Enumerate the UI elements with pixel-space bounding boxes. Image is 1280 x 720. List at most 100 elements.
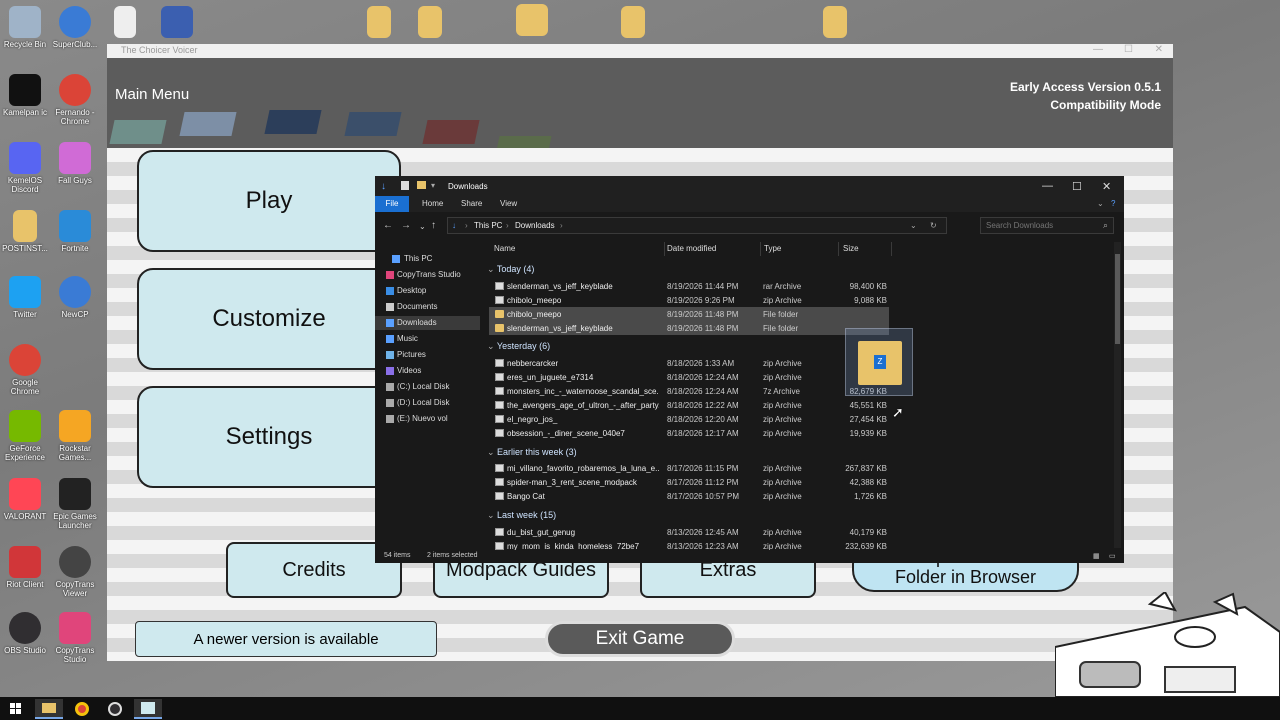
- desktop-icon-fortnite[interactable]: Fortnite: [50, 210, 100, 253]
- up-arrow-icon[interactable]: ↑: [431, 220, 436, 231]
- table-row[interactable]: obsession_-_diner_scene_040e7 8/18/2026 1…: [489, 426, 889, 440]
- desktop-folder-1[interactable]: [354, 6, 404, 38]
- table-row[interactable]: the_avengers_age_of_ultron_-_after_party…: [489, 398, 889, 412]
- maximize-icon[interactable]: ☐: [1072, 180, 1082, 193]
- settings-button[interactable]: Settings: [137, 386, 401, 488]
- desktop-folder-3[interactable]: [608, 6, 658, 38]
- table-row[interactable]: nebbercarcker 8/18/2026 1:33 AM zip Archiv…: [489, 356, 889, 370]
- nav-item-c-drive[interactable]: (C:) Local Disk: [375, 380, 480, 394]
- taskbar-file-explorer[interactable]: [35, 699, 63, 719]
- nav-item-e-drive[interactable]: (E:) Nuevo vol: [375, 412, 480, 426]
- table-row[interactable]: my_mom_is_kinda_homeless_72be7 8/13/2026 …: [489, 539, 889, 550]
- play-button[interactable]: Play: [137, 150, 401, 252]
- desktop-icon-epic[interactable]: Epic Games Launcher: [50, 478, 100, 530]
- minimize-icon[interactable]: —: [1042, 180, 1053, 192]
- column-type[interactable]: Type: [764, 244, 781, 253]
- table-row[interactable]: el_negro_jos_ 8/18/2026 12:20 AM zip Archi…: [489, 412, 889, 426]
- column-name[interactable]: Name: [494, 244, 515, 253]
- table-row[interactable]: monsters_inc_-_waternoose_scandal_sce...…: [489, 384, 889, 398]
- group-header-today[interactable]: Today (4): [487, 264, 535, 275]
- column-separator[interactable]: [664, 242, 665, 256]
- table-row[interactable]: eres_un_juguete_e7314 8/18/2026 12:24 AM z…: [489, 370, 889, 384]
- scrollbar[interactable]: [1114, 242, 1121, 548]
- nav-item-this-pc[interactable]: This PC: [375, 252, 480, 266]
- column-separator[interactable]: [838, 242, 839, 256]
- column-date-modified[interactable]: Date modified: [667, 244, 716, 253]
- taskbar-obs[interactable]: [101, 699, 129, 719]
- close-icon[interactable]: ✕: [1102, 180, 1111, 193]
- table-row[interactable]: chibolo_meepo 8/19/2026 11:48 PM File fold…: [489, 307, 889, 321]
- search-box[interactable]: ⌕: [980, 217, 1114, 234]
- group-header-earlier-this-week[interactable]: Earlier this week (3): [487, 447, 577, 458]
- nav-item-desktop[interactable]: Desktop: [375, 284, 480, 298]
- exit-game-button[interactable]: Exit Game: [545, 621, 735, 657]
- nav-item-pictures[interactable]: Pictures: [375, 348, 480, 362]
- desktop-icon-rockstar[interactable]: Rockstar Games...: [50, 410, 100, 462]
- table-row[interactable]: slenderman_vs_jeff_keyblade 8/19/2026 11:…: [489, 321, 889, 335]
- taskbar-chrome[interactable]: [68, 699, 96, 719]
- help-icon[interactable]: ?: [1111, 199, 1115, 208]
- properties-icon[interactable]: [401, 181, 409, 190]
- desktop-icon-riot[interactable]: Riot Client: [0, 546, 50, 589]
- desktop-icon-newcp[interactable]: NewCP: [50, 276, 100, 319]
- nav-item-d-drive[interactable]: (D:) Local Disk: [375, 396, 480, 410]
- taskbar-game[interactable]: [134, 699, 162, 719]
- table-row[interactable]: slenderman_vs_jeff_keyblade 8/19/2026 11:…: [489, 279, 889, 293]
- table-row[interactable]: chibolo_meepo 8/19/2026 9:26 PM zip Archiv…: [489, 293, 889, 307]
- desktop-folder-2[interactable]: [405, 6, 455, 38]
- desktop-icon-geforce[interactable]: GeForce Experience: [0, 410, 50, 462]
- desktop-icon-twitter[interactable]: Twitter: [0, 276, 50, 319]
- quick-access-dropdown-icon[interactable]: ▾: [431, 181, 441, 191]
- desktop-folder-4[interactable]: [810, 6, 860, 38]
- desktop-icon-superclub[interactable]: SuperClub...: [50, 6, 100, 49]
- search-input[interactable]: [981, 218, 1096, 233]
- table-row[interactable]: Bango Cat 8/17/2026 10:57 PM zip Archive 1,…: [489, 489, 889, 503]
- column-size[interactable]: Size: [843, 244, 859, 253]
- large-icons-view-icon[interactable]: ▭: [1109, 552, 1116, 560]
- table-row[interactable]: du_bist_gut_genug 8/13/2026 12:45 AM zip A…: [489, 525, 889, 539]
- scrollbar-thumb[interactable]: [1115, 254, 1120, 344]
- group-header-yesterday[interactable]: Yesterday (6): [487, 341, 550, 352]
- breadcrumb-this-pc[interactable]: This PC: [474, 221, 502, 230]
- start-button[interactable]: [2, 699, 30, 719]
- tab-view[interactable]: View: [500, 199, 517, 208]
- desktop-icon-copytrans-viewer[interactable]: CopyTrans Viewer: [50, 546, 100, 598]
- nav-item-downloads[interactable]: Downloads: [375, 316, 480, 330]
- desktop-icon-fernando-chrome[interactable]: Fernando - Chrome: [50, 74, 100, 126]
- desktop-icon-recycle-bin[interactable]: Recycle Bin: [0, 6, 50, 49]
- refresh-icon[interactable]: ↻: [930, 221, 937, 230]
- desktop-folder-zip[interactable]: [507, 4, 557, 36]
- desktop-icon-google-chrome[interactable]: Google Chrome: [0, 344, 50, 396]
- nav-item-music[interactable]: Music: [375, 332, 480, 346]
- desktop-icon-fall-guys[interactable]: Fall Guys: [50, 142, 100, 185]
- desktop-icon-valorant[interactable]: VALORANT: [0, 478, 50, 521]
- ribbon-expand-icon[interactable]: ⌄: [1097, 199, 1104, 208]
- tab-share[interactable]: Share: [461, 199, 482, 208]
- nav-item-documents[interactable]: Documents: [375, 300, 480, 314]
- desktop-icon-postinst[interactable]: POSTINST...: [0, 210, 50, 253]
- details-view-icon[interactable]: ▦: [1093, 552, 1100, 560]
- tab-home[interactable]: Home: [422, 199, 443, 208]
- breadcrumb-downloads[interactable]: Downloads: [515, 221, 555, 230]
- column-separator[interactable]: [760, 242, 761, 256]
- forward-arrow-icon[interactable]: →: [401, 220, 411, 231]
- table-row[interactable]: spider-man_3_rent_scene_modpack 8/17/2026…: [489, 475, 889, 489]
- desktop-icon-document[interactable]: [100, 6, 150, 38]
- close-icon[interactable]: ✕: [1155, 44, 1163, 55]
- customize-button[interactable]: Customize: [137, 268, 401, 370]
- desktop-icon-app[interactable]: [152, 6, 202, 38]
- minimize-icon[interactable]: —: [1093, 44, 1103, 55]
- back-arrow-icon[interactable]: ←: [383, 220, 393, 231]
- desktop-icon-obs[interactable]: OBS Studio: [0, 612, 50, 655]
- nav-item-videos[interactable]: Videos: [375, 364, 480, 378]
- desktop-icon-copytrans-studio[interactable]: CopyTrans Studio: [50, 612, 100, 664]
- maximize-icon[interactable]: ☐: [1124, 44, 1133, 55]
- address-bar[interactable]: ↓ › This PC › Downloads › ⌄ ↻: [447, 217, 947, 234]
- desktop-icon-discord[interactable]: KemelOS Discord: [0, 142, 50, 194]
- address-dropdown-icon[interactable]: ⌄: [910, 221, 917, 230]
- newer-version-banner[interactable]: A newer version is available: [135, 621, 437, 657]
- group-header-last-week[interactable]: Last week (15): [487, 510, 556, 521]
- tab-file[interactable]: File: [375, 196, 409, 212]
- recent-locations-icon[interactable]: ⌄: [419, 222, 426, 231]
- desktop-icon-kamelpanic[interactable]: Kamelpan ic: [0, 74, 50, 117]
